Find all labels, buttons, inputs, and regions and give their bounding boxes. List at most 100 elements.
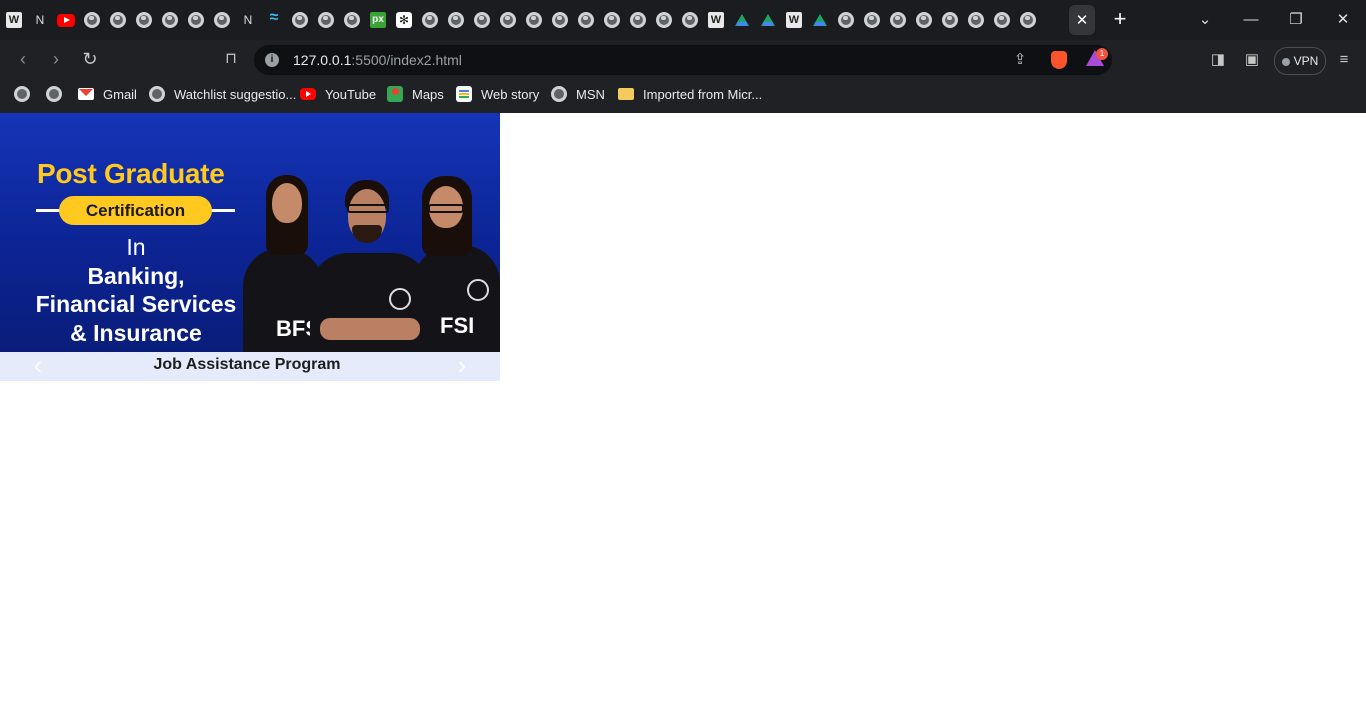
vpn-button[interactable]: VPN	[1274, 47, 1326, 75]
browser-tab[interactable]	[990, 6, 1014, 34]
globe-icon	[149, 86, 165, 102]
browser-tab[interactable]	[756, 6, 780, 34]
browser-tab[interactable]	[808, 6, 832, 34]
globe-icon	[551, 86, 567, 102]
browser-tab[interactable]	[54, 6, 78, 34]
browser-tab[interactable]	[964, 6, 988, 34]
back-icon[interactable]: ‹	[12, 49, 34, 71]
browser-tab[interactable]	[210, 6, 234, 34]
bookmark-item[interactable]	[14, 85, 39, 103]
site-info-icon[interactable]: i	[265, 53, 279, 67]
browser-tab[interactable]	[548, 6, 572, 34]
globe-icon	[578, 12, 594, 28]
rewards-badge: 1	[1096, 48, 1108, 60]
bookmark-web-story[interactable]: Web story	[456, 85, 539, 103]
subtitle-bold: Banking,	[87, 262, 185, 289]
reload-icon[interactable]: ↻	[79, 49, 101, 71]
browser-tab[interactable]	[886, 6, 910, 34]
browser-tab[interactable]	[444, 6, 468, 34]
url-text[interactable]: 127.0.0.1:5500/index2.html	[293, 52, 462, 68]
browser-tab[interactable]	[470, 6, 494, 34]
banner-subtitle: In Banking, Financial Services & Insuran…	[0, 233, 272, 347]
browser-tab[interactable]	[600, 6, 624, 34]
banner-caption: Job Assistance Program	[153, 356, 341, 373]
bookmark-item[interactable]	[46, 85, 71, 103]
active-tab[interactable]: ✕	[1069, 5, 1095, 35]
subtitle-line-2: Financial Services	[35, 291, 237, 317]
browser-tab[interactable]	[1016, 6, 1040, 34]
browser-tab[interactable]	[80, 6, 104, 34]
browser-tab[interactable]	[938, 6, 962, 34]
browser-tab[interactable]	[912, 6, 936, 34]
sidebar-icon[interactable]: ◨	[1208, 50, 1228, 70]
carousel-prev-button[interactable]: ‹	[28, 352, 48, 378]
vpn-label: VPN	[1293, 54, 1319, 68]
bookmark-msn[interactable]: MSN	[551, 85, 605, 103]
browser-tab[interactable]	[106, 6, 130, 34]
globe-icon	[136, 12, 152, 28]
bookmark-gmail[interactable]: Gmail	[78, 85, 137, 103]
globe-icon	[864, 12, 880, 28]
close-tab-icon[interactable]: ✕	[1076, 11, 1089, 29]
globe-icon	[968, 12, 984, 28]
browser-tab[interactable]	[28, 6, 52, 34]
minimize-icon[interactable]: —	[1241, 10, 1261, 30]
browser-tab[interactable]	[496, 6, 520, 34]
web-story-icon	[456, 86, 472, 102]
browser-tab[interactable]	[652, 6, 676, 34]
globe-icon	[162, 12, 178, 28]
browser-tab[interactable]	[392, 6, 416, 34]
certification-pill: Certification	[59, 196, 212, 225]
bookmark-folder-imported[interactable]: Imported from Micr...	[618, 85, 762, 103]
wordpress-icon	[6, 12, 22, 28]
browser-tab[interactable]	[184, 6, 208, 34]
shirt-logo-right: FSI	[440, 313, 475, 338]
globe-icon	[84, 12, 100, 28]
bookmark-watchlist[interactable]: Watchlist suggestio...	[149, 85, 296, 103]
globe-icon	[890, 12, 906, 28]
brave-shields-icon[interactable]	[1051, 51, 1067, 69]
close-window-icon[interactable]: ✕	[1333, 10, 1353, 30]
browser-tab[interactable]	[132, 6, 156, 34]
browser-tab[interactable]	[730, 6, 754, 34]
forward-icon[interactable]: ›	[45, 49, 67, 71]
tab-search-icon[interactable]: ⌄	[1195, 10, 1215, 30]
browser-tab[interactable]	[574, 6, 598, 34]
browser-tab[interactable]	[678, 6, 702, 34]
bookmark-icon[interactable]: ⊓	[220, 49, 242, 71]
browser-tab[interactable]	[366, 6, 390, 34]
wordpress-icon	[708, 12, 724, 28]
wallet-icon[interactable]: ▣	[1242, 50, 1262, 70]
browser-tab[interactable]	[2, 6, 26, 34]
browser-tab[interactable]	[262, 6, 286, 34]
browser-tab[interactable]	[314, 6, 338, 34]
browser-tab[interactable]	[418, 6, 442, 34]
browser-tab[interactable]	[626, 6, 650, 34]
carousel-slide[interactable]: Post Graduate Certification In Banking, …	[0, 113, 500, 381]
restore-icon[interactable]: ❐	[1286, 10, 1306, 30]
maps-icon	[387, 86, 403, 102]
folder-icon	[618, 88, 634, 100]
browser-tab[interactable]	[340, 6, 364, 34]
browser-tab[interactable]	[704, 6, 728, 34]
share-icon[interactable]: ⇪	[1010, 50, 1030, 70]
browser-tab[interactable]	[860, 6, 884, 34]
drive-icon	[812, 12, 828, 28]
globe-icon	[838, 12, 854, 28]
youtube-icon	[300, 88, 316, 100]
new-tab-button[interactable]: +	[1109, 8, 1131, 30]
carousel-next-button[interactable]: ›	[452, 352, 472, 378]
globe-icon	[916, 12, 932, 28]
menu-icon[interactable]: ≡	[1334, 50, 1354, 70]
browser-tab[interactable]	[158, 6, 182, 34]
browser-tab[interactable]	[522, 6, 546, 34]
browser-tab[interactable]	[288, 6, 312, 34]
bookmark-maps[interactable]: Maps	[387, 85, 444, 103]
browser-tab[interactable]	[236, 6, 260, 34]
browser-tab[interactable]	[834, 6, 858, 34]
vpn-status-icon	[1281, 58, 1290, 66]
bookmark-youtube[interactable]: YouTube	[300, 85, 376, 103]
subtitle-line-3: & Insurance	[70, 319, 202, 346]
gmail-icon	[78, 88, 94, 100]
browser-tab[interactable]	[782, 6, 806, 34]
